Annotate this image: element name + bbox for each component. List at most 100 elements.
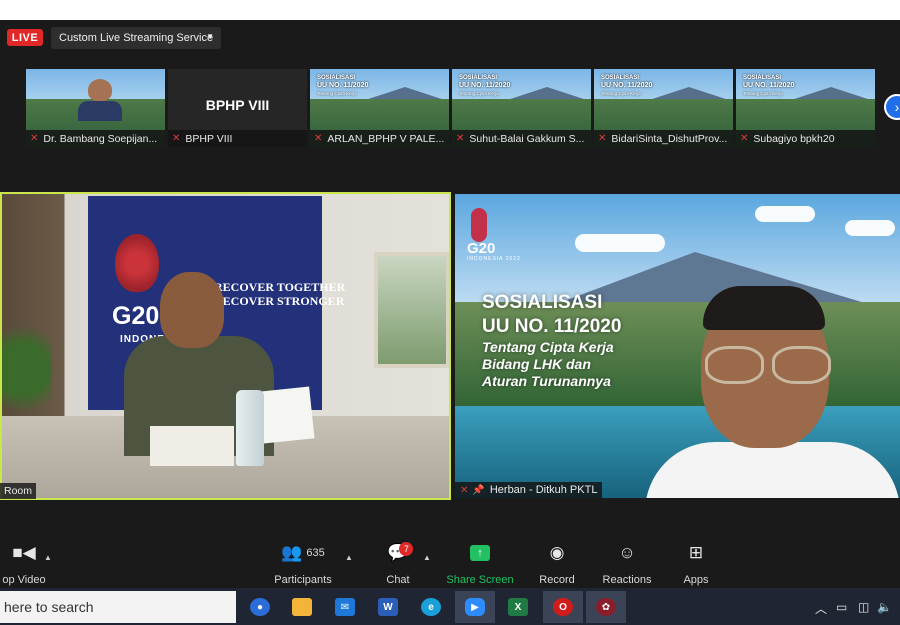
participants-button[interactable]: 👥 635 Participants — [270, 540, 336, 588]
browser-top-strip — [0, 0, 900, 20]
excel-icon: X — [508, 598, 528, 616]
stream-service-label: Custom Live Streaming Service — [59, 32, 214, 44]
g20-logo-icon — [115, 234, 159, 292]
participant-thumbnail[interactable]: SOSIALISASI UU NO. 11/2020 Tentang Cipta… — [452, 69, 591, 147]
app-icon: ✿ — [596, 598, 616, 616]
record-label: Record — [539, 574, 575, 586]
participant-thumbnail[interactable]: SOSIALISASI UU NO. 11/2020 Tentang Cipta… — [594, 69, 733, 147]
slide-title-line2: UU NO. 11/2020 — [601, 82, 653, 89]
meeting-toolbar: ■◀ op Video ▲ 👥 635 Participants ▲ 💬 7 Cha… — [0, 540, 900, 588]
participants-icon: 👥 635 — [281, 543, 325, 562]
taskbar-search-box[interactable]: here to search — [0, 591, 236, 623]
g20-logo-icon — [471, 208, 487, 242]
slide-subtitle-line1: Tentang Cipta Kerja — [482, 339, 614, 355]
share-screen-icon: ↑ — [470, 545, 490, 561]
active-speaker-video[interactable]: G20 INDONESIA 2022 RECOVER TOGETHER RECO… — [0, 192, 451, 500]
taskbar-opera-icon[interactable]: O — [543, 591, 583, 623]
taskbar-edge-icon[interactable]: e — [411, 591, 451, 623]
taskbar-file-explorer-icon[interactable] — [282, 591, 322, 623]
reactions-label: Reactions — [602, 574, 652, 586]
apps-button[interactable]: ⊞ Apps — [680, 540, 712, 588]
participant-face — [88, 79, 112, 101]
reactions-smiley-icon: ☺ — [618, 543, 636, 562]
live-badge[interactable]: LIVE — [7, 29, 43, 46]
slide-subtitle-line2: Bidang LHK dan — [482, 356, 591, 372]
reactions-button[interactable]: ☺ Reactions — [602, 540, 652, 588]
slide-caption: SOSIALISASI UU NO. 11/2020 Tentang Cipta… — [601, 75, 652, 97]
video-camera-icon: ■◀ — [12, 543, 36, 562]
tissue-box — [150, 426, 234, 466]
record-button[interactable]: ◉ Record — [538, 540, 576, 588]
pin-icon: 📌 — [472, 484, 485, 496]
mic-muted-icon: ✕ — [740, 133, 749, 144]
participant-thumbnail[interactable]: BPHP VIII ✕ BPHP VIII — [168, 69, 307, 147]
live-stream-service-dropdown[interactable]: Custom Live Streaming Service ▼ — [51, 27, 221, 49]
screen: LIVE Custom Live Streaming Service ▼ ✕ D… — [0, 0, 900, 625]
tray-volume-icon[interactable]: 🔈 — [877, 600, 892, 614]
speaker-head — [160, 272, 224, 348]
participants-options-caret-icon[interactable]: ▲ — [345, 553, 353, 562]
share-screen-label: Share Screen — [446, 574, 514, 586]
stop-video-label: op Video — [2, 574, 46, 586]
tray-monitor-icon[interactable]: ▭ — [836, 600, 847, 614]
sanitizer-bottle — [236, 390, 264, 466]
slide-title-line1: SOSIALISASI — [459, 75, 498, 81]
taskbar-zoom-icon[interactable]: ▶ — [455, 591, 495, 623]
taskbar-excel-icon[interactable]: X — [498, 591, 538, 623]
slide-subtitle: Tentang Cipta Kerja — [317, 91, 357, 96]
mic-muted-icon: ✕ — [172, 133, 181, 144]
video-name-label: Room — [0, 483, 37, 499]
slogan-line1: RECOVER TOGETHER — [214, 280, 346, 294]
mic-muted-icon: ✕ — [598, 133, 607, 144]
slide-title-line2: UU NO. 11/2020 — [482, 316, 622, 337]
participant-body — [78, 101, 122, 121]
participants-label: Participants — [274, 574, 332, 586]
video-options-caret-icon[interactable]: ▲ — [44, 553, 52, 562]
participant-thumbnail[interactable]: ✕ Dr. Bambang Soepijan... — [26, 69, 165, 147]
slide-g20-text: G20 — [467, 240, 496, 257]
cloud — [575, 234, 665, 252]
chat-button[interactable]: 💬 7 Chat — [382, 540, 414, 588]
participant-thumbnail[interactable]: SOSIALISASI UU NO. 11/2020 Tentang Cipta… — [736, 69, 875, 147]
thumbnail-name-bar: ✕ BidariSinta_DishutProv... — [594, 130, 733, 147]
thumbnail-name: BPHP VIII — [185, 132, 233, 145]
share-screen-icon-wrap: ↑ — [470, 540, 490, 566]
caret-down-icon: ▼ — [206, 32, 214, 41]
mic-muted-icon: ✕ — [314, 133, 323, 144]
chrome-icon: ● — [250, 598, 270, 616]
zoom-camera-icon: ▶ — [465, 598, 485, 616]
tray-network-icon[interactable]: ◫ — [858, 600, 869, 614]
tray-chevron-up-icon[interactable]: ︿ — [815, 600, 827, 617]
slide-g20-subtext: INDONESIA 2022 — [467, 256, 521, 262]
thumbnail-name-bar: ✕ Suhut-Balai Gakkum S... — [452, 130, 591, 147]
taskbar-chrome-icon[interactable]: ● — [240, 591, 280, 623]
thumbnail-name-bar: ✕ Dr. Bambang Soepijan... — [26, 130, 165, 147]
participant-glasses — [705, 346, 831, 384]
plant — [2, 314, 52, 424]
thumbnail-name-bar: ✕ BPHP VIII — [168, 130, 307, 147]
apps-label: Apps — [683, 574, 709, 586]
slide-title-line2: UU NO. 11/2020 — [317, 82, 369, 89]
apps-icon: ⊞ — [688, 543, 704, 562]
participant-shirt — [645, 442, 900, 498]
share-screen-button[interactable]: ↑ Share Screen — [446, 540, 514, 588]
chat-unread-badge: 7 — [399, 542, 414, 556]
taskbar-app-icon[interactable]: ✿ — [586, 591, 626, 623]
participant-hair — [703, 286, 825, 330]
taskbar-word-icon[interactable]: W — [368, 591, 408, 623]
slide-subtitle: Tentang Cipta Kerja — [601, 91, 641, 96]
slide-subtitle: Tentang Cipta Kerja — [459, 91, 499, 96]
participant-video[interactable]: G20 INDONESIA 2022 SOSIALISASI UU NO. 11… — [455, 194, 900, 498]
taskbar-mail-icon[interactable]: ✉ — [325, 591, 365, 623]
chat-options-caret-icon[interactable]: ▲ — [423, 553, 431, 562]
banner-g20-text: G20 — [112, 302, 160, 330]
slide-caption: SOSIALISASI UU NO. 11/2020 Tentang Cipta… — [317, 75, 368, 97]
word-icon: W — [378, 598, 398, 616]
slide-title: SOSIALISASI UU NO. 11/2020 Tentang Cipta… — [482, 291, 621, 390]
record-icon: ◉ — [549, 543, 565, 562]
stop-video-button[interactable]: ■◀ op Video — [0, 540, 48, 588]
thumbnail-name: Suhut-Balai Gakkum S... — [469, 132, 585, 145]
video-name-text: Herban - Ditkuh PKTL — [489, 484, 598, 496]
mic-muted-icon: ✕ — [456, 133, 465, 144]
participant-thumbnail[interactable]: SOSIALISASI UU NO. 11/2020 Tentang Cipta… — [310, 69, 449, 147]
